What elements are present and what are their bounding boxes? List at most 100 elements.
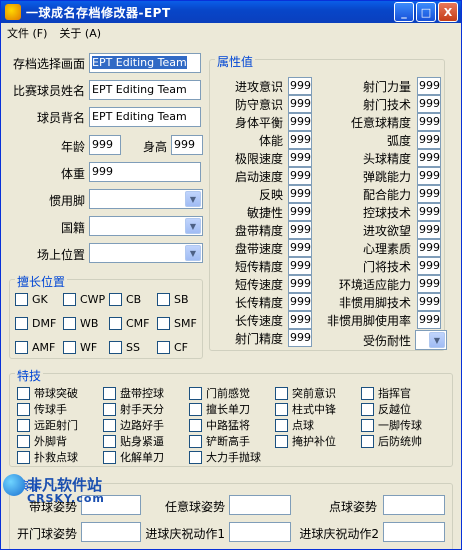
position-checkbox[interactable]: DMF	[15, 317, 56, 330]
attribute-value-field[interactable]: 999	[288, 95, 312, 113]
checkbox-box[interactable]	[63, 317, 76, 330]
attribute-value-field[interactable]: 999	[288, 131, 312, 149]
skill-checkbox[interactable]: 带球突破	[17, 385, 78, 401]
checkbox-box[interactable]	[361, 402, 374, 416]
checkbox-box[interactable]	[275, 386, 288, 400]
attribute-value-field[interactable]: 999	[417, 293, 441, 311]
skill-checkbox[interactable]: 射手天分	[103, 401, 164, 417]
attribute-value-field[interactable]: 999	[417, 203, 441, 221]
checkbox-box[interactable]	[17, 402, 30, 416]
skill-checkbox[interactable]: 边路好手	[103, 417, 164, 433]
celebrate1-field[interactable]	[229, 522, 291, 542]
position-checkbox[interactable]: CMF	[109, 317, 150, 330]
skill-checkbox[interactable]: 突前意识	[275, 385, 336, 401]
attribute-value-field[interactable]: 999	[417, 221, 441, 239]
checkbox-box[interactable]	[189, 434, 202, 448]
attribute-value-field[interactable]: 999	[417, 131, 441, 149]
menu-about[interactable]: 关于 (A)	[53, 25, 107, 41]
skill-checkbox[interactable]: 铲断高手	[189, 433, 250, 449]
close-button[interactable]: X	[438, 2, 458, 22]
checkbox-box[interactable]	[17, 386, 30, 400]
checkbox-box[interactable]	[275, 402, 288, 416]
checkbox-box[interactable]	[189, 386, 202, 400]
skill-checkbox[interactable]: 点球	[275, 417, 314, 433]
attribute-value-field[interactable]: 999	[417, 113, 441, 131]
checkbox-box[interactable]	[275, 418, 288, 432]
position-checkbox[interactable]: SS	[109, 341, 140, 354]
checkbox-box[interactable]	[189, 450, 202, 464]
maximize-button[interactable]: □	[416, 2, 436, 22]
chevron-down-icon[interactable]: ▼	[185, 218, 201, 234]
checkbox-box[interactable]	[361, 418, 374, 432]
attribute-value-field[interactable]: 999	[288, 257, 312, 275]
skill-checkbox[interactable]: 盘带控球	[103, 385, 164, 401]
position-checkbox[interactable]: SB	[157, 293, 189, 306]
position-checkbox[interactable]: SMF	[157, 317, 197, 330]
minimize-button[interactable]: _	[394, 2, 414, 22]
skill-checkbox[interactable]: 大力手抛球	[189, 449, 261, 465]
menu-file[interactable]: 文件 (F)	[1, 25, 53, 41]
skill-checkbox[interactable]: 外脚背	[17, 433, 67, 449]
attribute-value-field[interactable]: 999	[288, 77, 312, 95]
skill-checkbox[interactable]: 贴身紧逼	[103, 433, 164, 449]
attribute-value-field[interactable]: 999	[417, 149, 441, 167]
age-field[interactable]: 999	[89, 135, 121, 155]
attribute-value-field[interactable]: 999	[288, 167, 312, 185]
checkbox-box[interactable]	[63, 293, 76, 306]
checkbox-box[interactable]	[17, 450, 30, 464]
checkbox-box[interactable]	[189, 418, 202, 432]
checkbox-box[interactable]	[275, 434, 288, 448]
attribute-value-field[interactable]: 999	[417, 77, 441, 95]
chevron-down-icon[interactable]: ▼	[185, 245, 201, 261]
checkbox-box[interactable]	[109, 317, 122, 330]
checkbox-box[interactable]	[15, 317, 28, 330]
skill-checkbox[interactable]: 远距射门	[17, 417, 78, 433]
checkbox-box[interactable]	[109, 293, 122, 306]
skill-checkbox[interactable]: 擅长单刀	[189, 401, 250, 417]
title-bar[interactable]: 一球成名存档修改器-EPT _ □ X	[1, 1, 461, 23]
height-field[interactable]: 999	[171, 135, 203, 155]
attribute-value-field[interactable]: 999	[288, 293, 312, 311]
back-name-field[interactable]: EPT Editing Team	[89, 107, 201, 127]
attribute-value-field[interactable]: 999	[417, 95, 441, 113]
position-checkbox[interactable]: GK	[15, 293, 48, 306]
position-checkbox[interactable]: CB	[109, 293, 141, 306]
attribute-value-field[interactable]: 999	[288, 203, 312, 221]
nationality-combo[interactable]: ▼	[89, 216, 203, 236]
checkbox-box[interactable]	[157, 317, 170, 330]
skill-checkbox[interactable]: 柱式中锋	[275, 401, 336, 417]
save-select-field[interactable]: EPT Editing Team	[89, 53, 201, 73]
checkbox-box[interactable]	[63, 341, 76, 354]
checkbox-box[interactable]	[103, 386, 116, 400]
checkbox-box[interactable]	[103, 402, 116, 416]
attribute-value-field[interactable]: 999	[417, 275, 441, 293]
position-checkbox[interactable]: CWP	[63, 293, 105, 306]
celebrate2-field[interactable]	[383, 522, 445, 542]
position-combo[interactable]: ▼	[89, 243, 203, 263]
checkbox-box[interactable]	[103, 450, 116, 464]
attribute-value-field[interactable]: 999	[417, 167, 441, 185]
skill-checkbox[interactable]: 扑救点球	[17, 449, 78, 465]
skill-checkbox[interactable]: 传球手	[17, 401, 67, 417]
attribute-value-field[interactable]: 999	[288, 185, 312, 203]
checkbox-box[interactable]	[103, 434, 116, 448]
chevron-down-icon[interactable]: ▼	[185, 191, 201, 207]
attribute-value-field[interactable]: 999	[288, 149, 312, 167]
attribute-value-field[interactable]: 999	[288, 329, 312, 347]
skill-checkbox[interactable]: 掩护补位	[275, 433, 336, 449]
weight-field[interactable]: 999	[89, 162, 201, 182]
checkbox-box[interactable]	[17, 434, 30, 448]
attribute-value-field[interactable]: 999	[288, 113, 312, 131]
injury-combo[interactable]: ▼	[415, 330, 447, 350]
skill-checkbox[interactable]: 后防统帅	[361, 433, 422, 449]
checkbox-box[interactable]	[15, 341, 28, 354]
checkbox-box[interactable]	[361, 434, 374, 448]
checkbox-box[interactable]	[157, 293, 170, 306]
checkbox-box[interactable]	[103, 418, 116, 432]
attribute-value-field[interactable]: 999	[417, 185, 441, 203]
skill-checkbox[interactable]: 化解单刀	[103, 449, 164, 465]
attribute-value-field[interactable]: 999	[417, 239, 441, 257]
position-checkbox[interactable]: AMF	[15, 341, 55, 354]
attribute-value-field[interactable]: 999	[417, 257, 441, 275]
skill-checkbox[interactable]: 门前感觉	[189, 385, 250, 401]
